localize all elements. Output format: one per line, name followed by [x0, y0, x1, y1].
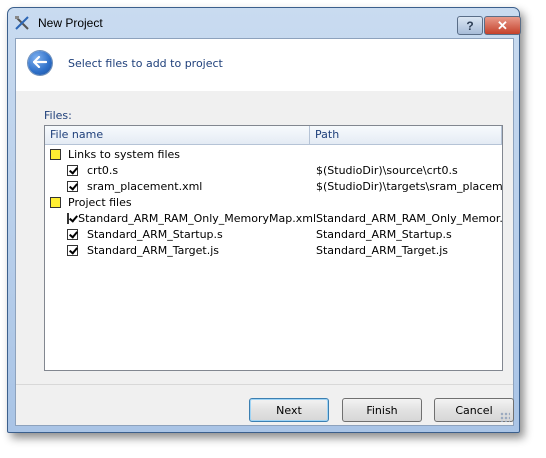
file-name: Standard_ARM_Startup.s: [87, 227, 223, 241]
help-button[interactable]: ?: [457, 16, 483, 35]
file-name: Standard_ARM_RAM_Only_MemoryMap.xml: [78, 211, 316, 225]
tree-item[interactable]: crt0.s $(StudioDir)\source\crt0.s: [45, 162, 502, 178]
close-icon: ✕: [497, 17, 508, 33]
next-button[interactable]: Next: [249, 398, 329, 422]
title-bar[interactable]: New Project ? ✕: [8, 8, 521, 38]
file-path: $(StudioDir)\source\crt0.s: [316, 163, 458, 177]
column-path[interactable]: Path: [310, 126, 502, 144]
wizard-header: Select files to add to project: [16, 39, 513, 91]
column-header: File name Path: [45, 126, 502, 145]
help-icon: ?: [466, 18, 474, 33]
file-path: Standard_ARM_Startup.s: [316, 227, 452, 241]
group-label: Project files: [68, 195, 132, 209]
tree-item[interactable]: Standard_ARM_Target.js Standard_ARM_Targ…: [45, 242, 502, 258]
checkbox-checked-icon[interactable]: [67, 244, 78, 256]
column-file-name[interactable]: File name: [45, 126, 310, 144]
wizard-instruction: Select files to add to project: [68, 57, 223, 70]
file-path: $(StudioDir)\targets\sram_placeme...: [316, 179, 502, 193]
tree-group-project-files[interactable]: Project files: [45, 194, 502, 210]
back-button[interactable]: [28, 51, 52, 75]
tree-item[interactable]: Standard_ARM_RAM_Only_MemoryMap.xml Stan…: [45, 210, 502, 226]
close-button[interactable]: ✕: [484, 16, 521, 35]
checkbox-checked-icon[interactable]: [67, 228, 78, 240]
file-path: Standard_ARM_Target.js: [316, 243, 449, 257]
crossed-tools-icon: [14, 15, 30, 31]
tree-item[interactable]: sram_placement.xml $(StudioDir)\targets\…: [45, 178, 502, 194]
file-path: Standard_ARM_RAM_Only_Memor...: [316, 211, 502, 225]
finish-button[interactable]: Finish: [342, 398, 422, 422]
files-tree[interactable]: File name Path Links to system files crt…: [44, 125, 503, 371]
files-label: Files:: [44, 109, 72, 122]
checkbox-checked-icon[interactable]: [67, 164, 78, 176]
window-title: New Project: [38, 16, 103, 30]
checkbox-checked-icon[interactable]: [67, 212, 70, 224]
file-name: Standard_ARM_Target.js: [87, 243, 220, 257]
resize-grip-icon[interactable]: [500, 412, 510, 422]
yellow-folder-icon: [50, 148, 61, 160]
footer-divider: [16, 384, 513, 385]
new-project-window: New Project ? ✕ Select files to add to p…: [7, 7, 521, 433]
back-arrow-icon: [32, 55, 48, 71]
file-name: sram_placement.xml: [87, 179, 203, 193]
group-label: Links to system files: [68, 147, 181, 161]
tree-item[interactable]: Standard_ARM_Startup.s Standard_ARM_Star…: [45, 226, 502, 242]
yellow-folder-icon: [50, 196, 61, 208]
file-name: crt0.s: [87, 163, 119, 177]
tree-group-system-files[interactable]: Links to system files: [45, 146, 502, 162]
checkbox-checked-icon[interactable]: [67, 180, 78, 192]
dialog-client-area: Select files to add to project Files: Fi…: [15, 38, 514, 426]
